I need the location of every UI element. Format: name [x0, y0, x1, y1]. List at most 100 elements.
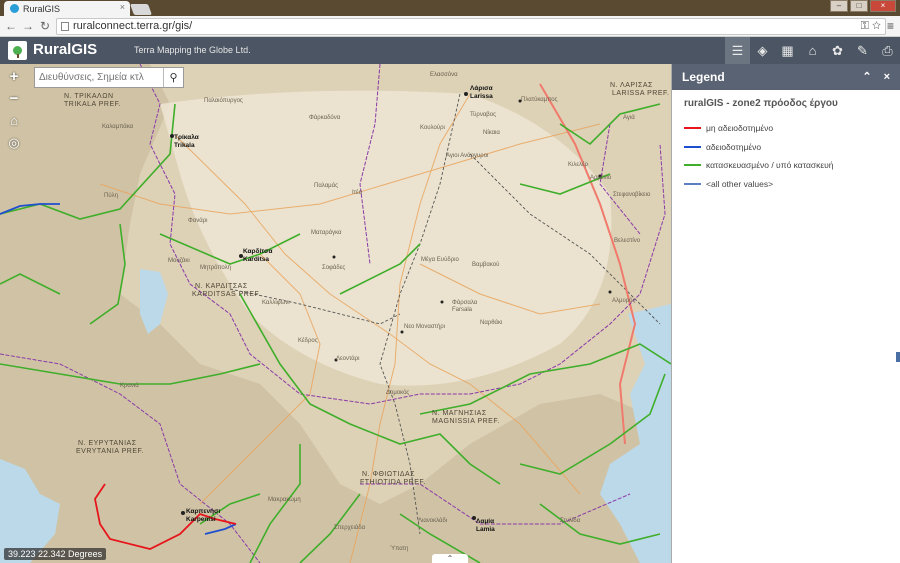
- legend-list-icon[interactable]: ☰: [725, 37, 750, 64]
- back-button[interactable]: ←: [5, 19, 17, 33]
- map-label: Παλαμάς: [314, 183, 338, 189]
- browser-tab-strip: RuralGIS × – □ ×: [0, 0, 900, 16]
- coordinate-readout: 39.223 22.342 Degrees: [4, 548, 107, 560]
- legend-item: μη αδειοδοτημένο: [684, 119, 900, 138]
- map-label: Karpenisi: [186, 516, 216, 523]
- map-label: Πύλη: [104, 193, 118, 199]
- map-label: Ύπατη: [390, 546, 409, 552]
- map-label: Καλαμπάκα: [102, 124, 134, 130]
- map-label: Larissa: [470, 93, 493, 100]
- map-label: Βαμβακού: [472, 262, 500, 268]
- map-label: Farsala: [452, 307, 473, 313]
- map-label: Κουλούρι: [420, 125, 445, 131]
- browser-menu-icon[interactable]: ≡: [887, 19, 894, 33]
- map-label: Τύρναβος: [470, 112, 496, 118]
- legend-item: κατασκευασμένο / υπό κατασκευή: [684, 156, 900, 175]
- legend-panel: Legend ⌃ × ruralGIS - zone2 πρόοδος έργο…: [671, 64, 900, 563]
- education-icon[interactable]: ⌂: [800, 37, 825, 64]
- maximize-button[interactable]: □: [850, 0, 868, 12]
- map-label: Στυλίδα: [560, 518, 581, 524]
- legend-title: Legend: [682, 70, 725, 84]
- search-icon[interactable]: ⚲: [163, 68, 183, 87]
- map-label: Ν. ΕΥΡΥΤΑΝΙΑΣ: [78, 440, 137, 447]
- side-scroll-marker: [896, 352, 900, 362]
- home-button[interactable]: ⌂: [4, 112, 24, 130]
- window-close-button[interactable]: ×: [870, 0, 896, 12]
- app-subtitle: Terra Mapping the Globe Ltd.: [134, 45, 251, 55]
- app-header: RuralGIS Terra Mapping the Globe Ltd. ☰ ◈…: [0, 37, 900, 64]
- forward-button[interactable]: →: [22, 19, 34, 33]
- new-tab-button[interactable]: [129, 4, 153, 15]
- map-label: Karditsa: [243, 256, 270, 263]
- favicon-icon: [10, 4, 19, 13]
- layers-icon[interactable]: ◈: [750, 37, 775, 64]
- map-label: Λιανοκλάδι: [418, 518, 448, 524]
- map-label: Λεοντάρι: [336, 356, 360, 362]
- map-label: Καρδίτσα: [243, 248, 273, 255]
- window-controls: – □ ×: [830, 0, 896, 12]
- key-icon[interactable]: ⚿: [861, 20, 869, 32]
- map-canvas: [0, 64, 671, 563]
- map-label: Βελεστίνο: [614, 238, 641, 244]
- map-label: Σπερχειάδα: [334, 525, 366, 531]
- map-label: TRIKALA PREF.: [64, 101, 122, 108]
- map-label: Λάρισα: [470, 85, 493, 92]
- measure-icon[interactable]: ✎: [850, 37, 875, 64]
- map-view[interactable]: Ν. ΠΙΝΙΟΥΝ. ΤΡΙΚΑΛΩΝTRIKALA PREF.Τρίκαλα…: [0, 64, 671, 563]
- search-input[interactable]: [35, 68, 163, 87]
- map-label: EVRYTANIA PREF.: [76, 448, 144, 455]
- legend-item-label: κατασκευασμένο / υπό κατασκευή: [706, 160, 834, 171]
- collapse-panel-icon[interactable]: ⌃: [862, 64, 871, 90]
- close-panel-icon[interactable]: ×: [884, 64, 890, 90]
- map-label: Καρπενήσι: [186, 508, 221, 515]
- map-label: Λαμία: [476, 518, 495, 525]
- reload-button[interactable]: ↻: [40, 19, 50, 33]
- legend-line-swatch: [684, 182, 701, 185]
- zoom-in-button[interactable]: +: [4, 68, 24, 86]
- map-label: Καλλιφώνι: [262, 300, 290, 306]
- share-icon[interactable]: ✿: [825, 37, 850, 64]
- map-label: Άγιοι Ανάργυροι: [446, 153, 489, 159]
- logo-tree-icon: [8, 41, 27, 60]
- map-label: Ματαράγκα: [311, 230, 342, 236]
- legend-line-swatch: [684, 127, 701, 130]
- map-label: Ν. ΚΑΡΔΙΤΣΑΣ: [195, 283, 248, 290]
- legend-item: <all other values>: [684, 175, 900, 194]
- legend-line-swatch: [684, 145, 701, 148]
- browser-tab[interactable]: RuralGIS ×: [4, 1, 130, 16]
- attribute-panel-toggle[interactable]: ⌃: [432, 554, 468, 563]
- tab-close-icon[interactable]: ×: [120, 2, 125, 12]
- map-label: Νίκαια: [483, 130, 500, 136]
- bookmark-star-icon[interactable]: ☆: [872, 20, 881, 32]
- minimize-button[interactable]: –: [830, 0, 848, 12]
- map-label: Ν. ΤΡΙΚΑΛΩΝ: [64, 93, 114, 100]
- map-label: LARISSA PREF.: [612, 90, 670, 97]
- map-label: FTHIOTIDA PREF.: [360, 479, 426, 486]
- map-label: Ναρθάκι: [480, 320, 503, 326]
- app-title: RuralGIS: [33, 41, 98, 58]
- map-label: Trikala: [174, 142, 195, 149]
- map-label: Φάρκαδόνα: [309, 115, 341, 121]
- map-label: Φάρσαλα: [452, 300, 478, 306]
- map-label: Σοφάδες: [322, 265, 346, 271]
- url-field[interactable]: ruralconnect.terra.gr/gis/ ⚿ ☆: [56, 18, 886, 35]
- map-label: Παλαιόπυργος: [204, 98, 243, 104]
- map-label: Κρανιά: [120, 383, 139, 389]
- tab-title: RuralGIS: [23, 3, 61, 14]
- map-label: Μακρακώμη: [268, 497, 301, 503]
- map-label: Μουζάκι: [168, 258, 190, 264]
- map-label: Μέγα Ευύδριο: [421, 257, 459, 263]
- map-label: Μητρόπολη: [200, 265, 231, 271]
- legend-line-swatch: [684, 164, 701, 167]
- map-label: Πλατύκαμπος: [521, 97, 558, 103]
- map-label: Ιτέα: [352, 190, 363, 196]
- basemap-gallery-icon[interactable]: ▦: [775, 37, 800, 64]
- locate-button[interactable]: ◎: [4, 134, 24, 152]
- map-label: Ν. ΛΑΡΙΣΑΣ: [610, 82, 653, 89]
- zoom-out-button[interactable]: −: [4, 90, 24, 108]
- legend-item-label: μη αδειοδοτημένο: [706, 123, 774, 134]
- map-label: Δομοκός: [386, 390, 410, 396]
- map-label: Αλμυρός: [612, 298, 636, 304]
- map-label: Αγιά: [623, 115, 635, 121]
- print-icon[interactable]: ⎙: [875, 37, 900, 64]
